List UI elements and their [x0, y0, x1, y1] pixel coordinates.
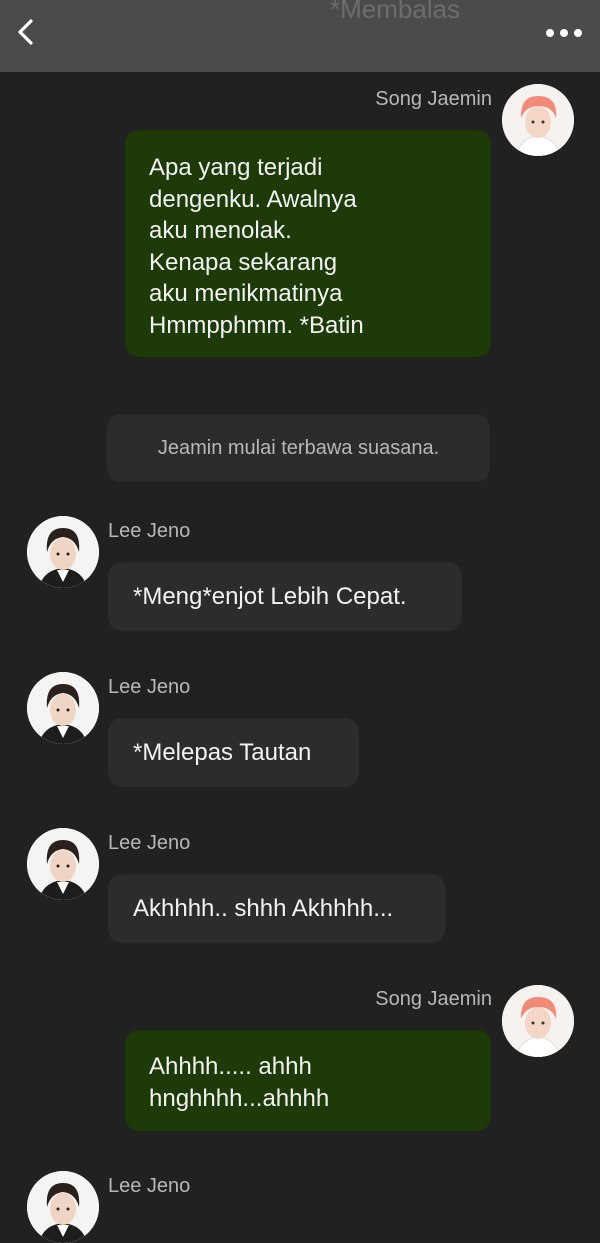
sender-name: Lee Jeno	[108, 1175, 191, 1197]
avatar-lee-jeno[interactable]	[27, 516, 99, 588]
narration-note: Jeamin mulai terbawa suasana.	[107, 414, 490, 482]
avatar-song-jaemin[interactable]	[502, 985, 574, 1057]
sender-name: Lee Jeno	[108, 676, 191, 698]
sender-name: Lee Jeno	[108, 832, 191, 854]
back-button[interactable]	[6, 14, 46, 54]
sender-name: Song Jaemin	[375, 88, 492, 110]
message-bubble: *Melepas Tautan	[108, 718, 359, 787]
message-bubble: *Meng*enjot Lebih Cepat.	[108, 562, 462, 631]
typing-status: *Membalas	[330, 0, 461, 24]
message-bubble: Akhhhh.. shhh Akhhhh...	[108, 874, 445, 943]
sender-name: Song Jaemin	[375, 988, 492, 1010]
top-bar: *Membalas	[0, 0, 600, 72]
avatar-lee-jeno[interactable]	[27, 828, 99, 900]
chevron-left-icon	[15, 17, 37, 52]
more-options-button[interactable]	[542, 20, 586, 48]
message-bubble: Apa yang terjadi dengenku. Awalnya aku m…	[125, 130, 491, 357]
avatar-lee-jeno[interactable]	[27, 672, 99, 744]
sender-name: Lee Jeno	[108, 520, 191, 542]
avatar-song-jaemin[interactable]	[502, 84, 574, 156]
more-horizontal-icon	[545, 25, 583, 43]
message-bubble: Ahhhh..... ahhh hnghhhh...ahhhh	[125, 1030, 491, 1131]
avatar-lee-jeno[interactable]	[27, 1171, 99, 1243]
